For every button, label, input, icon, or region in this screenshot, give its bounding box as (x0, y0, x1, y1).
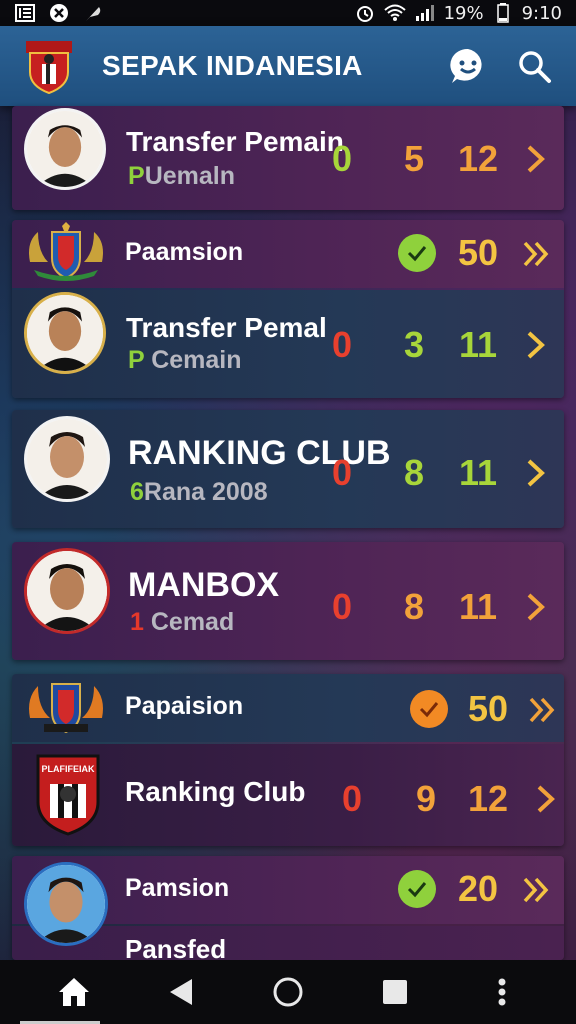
stat-1: 0 (331, 452, 353, 493)
check-icon (398, 870, 436, 908)
list-card[interactable]: Papaision 50 PLAFIFEIAK Ranking Club 0 9… (12, 674, 564, 846)
back-icon[interactable] (161, 972, 201, 1012)
row-title: Pamsion (125, 874, 230, 902)
list-card[interactable]: MANBOX 1 Cemad 0 8 11 (12, 542, 564, 660)
score: 50 (457, 232, 499, 273)
stat-3: 11 (458, 586, 498, 627)
double-chevron-icon[interactable] (528, 696, 556, 724)
feather-icon (82, 3, 104, 23)
app-title: SEPAK INDANESIA (102, 50, 363, 81)
club-crest-icon (24, 222, 108, 284)
stat-2: 9 (415, 778, 437, 819)
row-title: Paamsion (125, 238, 244, 266)
avatar (24, 862, 108, 946)
list-card[interactable]: Pamsion 20 Pansfed (12, 856, 564, 960)
stat-3: 12 (467, 778, 509, 819)
notification-icon (14, 3, 36, 23)
list-card[interactable]: Paamsion 50 Transfer Pemal P Cemain 0 3 … (12, 220, 564, 398)
battery-icon (492, 3, 514, 23)
double-chevron-icon[interactable] (522, 876, 550, 904)
system-nav-bar (0, 960, 576, 1024)
home-icon[interactable] (54, 972, 94, 1012)
circle-home-icon[interactable] (268, 972, 308, 1012)
row-title: Papaision (125, 692, 244, 720)
row-subtitle: PUemaln (128, 162, 235, 190)
stat-3: 11 (458, 324, 498, 365)
list-card[interactable]: Transfer Pemain PUemaln 0 5 12 (12, 106, 564, 210)
row-title: Pansfed (125, 934, 227, 960)
row-title: Transfer Pemal (126, 312, 327, 343)
list-card[interactable]: RANKING CLUB 6Rana 2008 0 8 11 (12, 410, 564, 528)
close-icon (48, 3, 70, 23)
group-header[interactable]: Papaision 50 (12, 674, 564, 742)
row-subtitle: 1 Cemad (130, 608, 235, 636)
avatar (24, 292, 106, 374)
avatar (24, 548, 110, 634)
chat-icon[interactable] (448, 46, 488, 86)
avatar (24, 108, 106, 190)
check-icon (410, 690, 448, 728)
score: 50 (467, 688, 509, 729)
score: 20 (457, 868, 499, 909)
chevron-right-icon[interactable] (524, 458, 548, 488)
club-logo[interactable] (24, 38, 74, 95)
stat-1: 0 (331, 586, 353, 627)
recents-icon[interactable] (375, 972, 415, 1012)
club-crest-icon (24, 678, 108, 738)
double-chevron-icon[interactable] (522, 240, 550, 268)
stat-1: 0 (341, 778, 363, 819)
row-subtitle: P Cemain (128, 346, 242, 374)
stat-2: 3 (403, 324, 425, 365)
row-title: Transfer Pemain (126, 126, 344, 157)
row-subtitle: 6Rana 2008 (130, 478, 268, 506)
chevron-right-icon[interactable] (524, 592, 548, 622)
stat-2: 5 (403, 138, 425, 179)
chevron-right-icon[interactable] (534, 784, 558, 814)
wifi-icon (383, 3, 406, 23)
stat-3: 12 (457, 138, 499, 179)
club-badge: PLAFIFEIAK (34, 752, 102, 836)
clock: 9:10 (521, 2, 562, 24)
stat-1: 0 (331, 138, 353, 179)
stat-2: 8 (403, 586, 425, 627)
chevron-right-icon[interactable] (524, 330, 548, 360)
stat-1: 0 (331, 324, 353, 365)
avatar (24, 416, 110, 502)
list-item[interactable]: Transfer Pemal P Cemain 0 3 11 (12, 290, 564, 398)
group-header[interactable]: Paamsion 50 (12, 220, 564, 288)
chevron-right-icon[interactable] (524, 144, 548, 174)
status-bar: 19% 9:10 (0, 0, 576, 26)
search-icon[interactable] (516, 48, 552, 84)
row-title: Ranking Club (125, 776, 306, 807)
row-title: MANBOX (128, 566, 280, 604)
stat-2: 8 (403, 452, 425, 493)
more-icon[interactable] (482, 972, 522, 1012)
stat-3: 11 (458, 452, 498, 493)
app-bar: SEPAK INDANESIA (0, 26, 576, 106)
signal-icon (414, 3, 436, 23)
list-item[interactable]: PLAFIFEIAK Ranking Club 0 9 12 (12, 744, 564, 846)
club-badge-label: PLAFIFEIAK (41, 764, 95, 774)
alarm-icon (354, 3, 376, 23)
check-icon (398, 234, 436, 272)
battery-percent: 19% (443, 2, 484, 24)
